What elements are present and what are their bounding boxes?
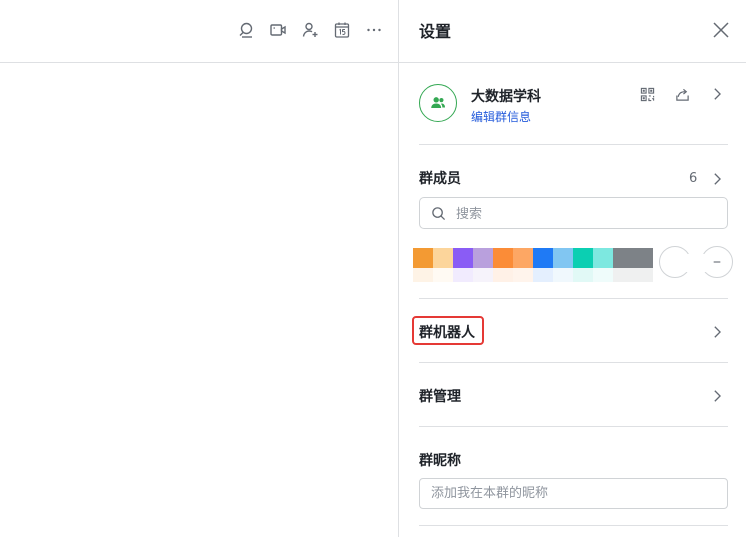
member-avatar[interactable] <box>493 248 513 268</box>
close-icon[interactable] <box>709 18 733 42</box>
member-avatar[interactable] <box>433 248 453 268</box>
member-avatar[interactable] <box>473 248 493 268</box>
member-avatar[interactable] <box>593 248 613 268</box>
nickname-input[interactable] <box>419 478 728 509</box>
member-search-input[interactable] <box>454 202 718 226</box>
member-avatar[interactable] <box>413 248 433 268</box>
panel-title: 设置 <box>419 22 452 41</box>
member-avatar-shadow <box>493 268 513 282</box>
chat-toolbar <box>0 0 398 63</box>
search-icon <box>432 207 446 221</box>
minus-icon <box>713 261 721 263</box>
member-avatar-shadow <box>473 268 493 282</box>
section-divider <box>419 298 728 299</box>
section-divider <box>419 426 728 427</box>
member-search[interactable] <box>419 197 728 229</box>
member-avatar[interactable] <box>453 248 473 268</box>
member-avatar[interactable] <box>513 248 533 268</box>
member-avatar[interactable] <box>553 248 573 268</box>
calendar-icon[interactable] <box>330 18 354 42</box>
member-avatar[interactable] <box>533 248 553 268</box>
section-divider <box>419 144 728 145</box>
members-chevron-icon[interactable] <box>708 170 726 188</box>
group-icon <box>431 97 446 108</box>
member-avatar-shadow <box>513 268 533 282</box>
member-avatar[interactable] <box>633 248 653 268</box>
management-chevron-icon[interactable] <box>708 387 726 405</box>
avatar-overlap <box>669 254 713 272</box>
member-avatar[interactable] <box>573 248 593 268</box>
search-icon[interactable] <box>234 18 258 42</box>
qr-code-icon[interactable] <box>637 84 657 104</box>
share-icon[interactable] <box>672 84 692 104</box>
edit-group-info-link[interactable]: 编辑群信息 <box>471 108 531 125</box>
section-divider <box>419 362 728 363</box>
add-member-icon[interactable] <box>298 18 322 42</box>
member-avatar-shadow <box>433 268 453 282</box>
management-label[interactable]: 群管理 <box>419 386 461 406</box>
member-avatar-shadow <box>613 268 633 282</box>
bots-chevron-icon[interactable] <box>708 323 726 341</box>
group-avatar[interactable] <box>419 84 457 122</box>
member-avatar-shadow <box>453 268 473 282</box>
chat-area <box>0 0 398 537</box>
section-divider <box>419 525 728 526</box>
member-avatar-shadow <box>593 268 613 282</box>
group-name: 大数据学科 <box>471 89 541 105</box>
more-icon[interactable] <box>362 18 386 42</box>
settings-panel: 设置 大数据学科 编辑群信息 群成员 6 搜索 群机器人 群管理 群昵称 添加我… <box>399 0 746 537</box>
member-avatar[interactable] <box>613 248 633 268</box>
member-count: 6 <box>689 171 698 186</box>
header-divider <box>399 62 746 63</box>
member-avatar-shadow <box>633 268 653 282</box>
chevron-right-icon[interactable] <box>707 84 727 104</box>
video-call-icon[interactable] <box>266 18 290 42</box>
nickname-label: 群昵称 <box>419 453 461 469</box>
member-avatar-shadow <box>533 268 553 282</box>
member-avatar-shadow <box>553 268 573 282</box>
members-label: 群成员 <box>419 171 461 187</box>
bots-label[interactable]: 群机器人 <box>419 322 475 342</box>
member-avatar-shadow <box>573 268 593 282</box>
member-avatar-shadow <box>413 268 433 282</box>
